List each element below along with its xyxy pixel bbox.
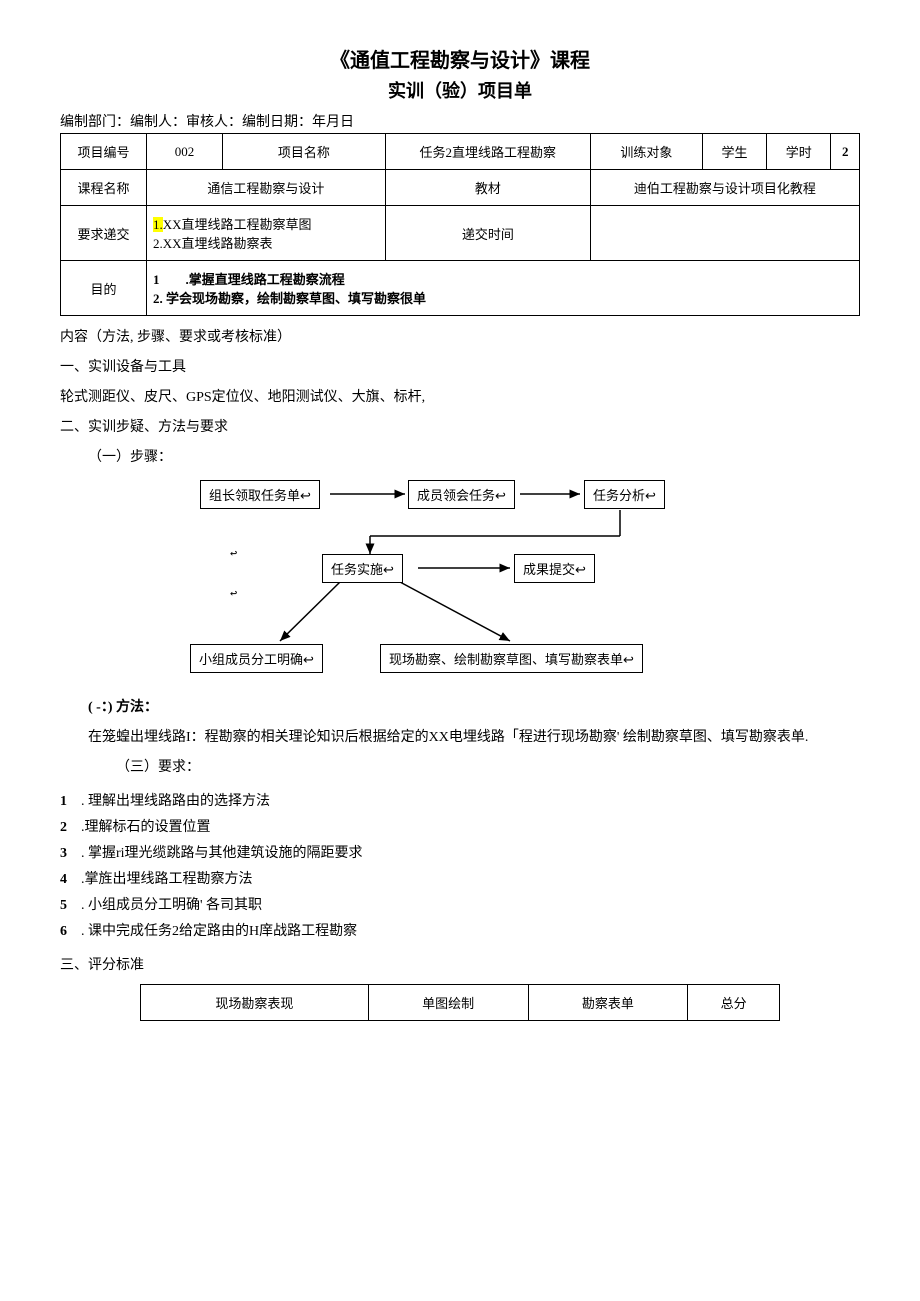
flow-box-7: 现场勘察、绘制勘察草图、填写勘察表单↩	[380, 644, 643, 673]
cell-textbook-label: 教材	[385, 170, 590, 206]
score-table: 现场勘察表现 单图绘制 勘察表单 总分	[140, 984, 780, 1021]
cell-proj-no-label: 项目编号	[61, 134, 147, 170]
cell-proj-no: 002	[146, 134, 222, 170]
doc-title: 《通值工程勘察与设计》课程	[60, 44, 860, 73]
section-1-body: 轮式测距仪、皮尺、GPS定位仪、地阳测试仪、大旗、标杆,	[60, 386, 860, 406]
method-label: ( -：) 方法：	[88, 696, 860, 716]
cell-course-label: 课程名称	[61, 170, 147, 206]
cell-proj-name: 任务2直埋线路工程勘察	[385, 134, 590, 170]
cell-purpose-label: 目的	[61, 261, 147, 316]
purpose-1: 1 .掌握直理线路工程勘察流程	[153, 272, 345, 287]
req-item-3: 3. 掌握ri理光缆跳路与其他建筑设施的隔距要求	[60, 842, 860, 862]
req-item-4: 4.掌旌出埋线路工程勘察方法	[60, 868, 860, 888]
cell-textbook: 迪伯工程勘察与设计项目化教程	[590, 170, 859, 206]
cell-train-obj: 学生	[702, 134, 766, 170]
section-2-title: 二、实训步疑、方法与要求	[60, 416, 860, 436]
return-mark-2: ↩	[230, 586, 237, 600]
section-3-title: 三、评分标准	[60, 954, 860, 974]
cell-purpose-body: 1 .掌握直理线路工程勘察流程 2. 学会现场勘察，绘制勘察草图、填写勘察很单	[146, 261, 859, 316]
cell-train-obj-label: 训练对象	[590, 134, 702, 170]
info-table: 项目编号 002 项目名称 任务2直埋线路工程勘察 训练对象 学生 学时 2 课…	[60, 133, 860, 316]
cell-submit-body: 1.XX直埋线路工程勘察草图 2.XX直埋线路勘察表	[146, 206, 385, 261]
submit-item-2: 2.XX直埋线路勘察表	[153, 236, 273, 251]
flow-box-2: 成员领会任务↩	[408, 480, 515, 509]
submit-item-1-prefix: 1.	[153, 217, 163, 232]
cell-hours-label: 学时	[767, 134, 831, 170]
method-body: 在笼蝗出埋线路I：程勘察的相关理论知识后根据给定的XX电埋线路「程进行现场勘察'…	[88, 726, 860, 746]
score-col-2: 单图绘制	[368, 985, 528, 1021]
cell-hours: 2	[831, 134, 860, 170]
cell-submit-label: 要求递交	[61, 206, 147, 261]
doc-subtitle: 实训（验）项目单	[60, 77, 860, 103]
cell-submit-time	[590, 206, 859, 261]
flow-box-3: 任务分析↩	[584, 480, 665, 509]
flow-box-4: 任务实施↩	[322, 554, 403, 583]
req-item-2: 2.理解标石的设置位置	[60, 816, 860, 836]
req-item-5: 5. 小组成员分工明确' 各司其职	[60, 894, 860, 914]
submit-item-1: XX直埋线路工程勘察草图	[163, 217, 312, 232]
cell-proj-name-label: 项目名称	[222, 134, 385, 170]
score-col-1: 现场勘察表现	[141, 985, 369, 1021]
req-label: （三）要求：	[116, 756, 860, 776]
cell-submit-time-label: 递交时间	[385, 206, 590, 261]
score-col-4: 总分	[688, 985, 780, 1021]
requirements-list: 1. 理解出埋线路路由的选择方法 2.理解标石的设置位置 3. 掌握ri理光缆跳…	[60, 790, 860, 940]
steps-label: （一）步骤：	[88, 446, 860, 466]
section-1-title: 一、实训设备与工具	[60, 356, 860, 376]
flowchart: 组长领取任务单↩ 成员领会任务↩ 任务分析↩ ↩ 任务实施↩ 成果提交↩ ↩ 小…	[60, 476, 860, 686]
req-item-6: 6. 课中完成任务2给定路由的H庠战路工程勘察	[60, 920, 860, 940]
req-item-1: 1. 理解出埋线路路由的选择方法	[60, 790, 860, 810]
content-label: 内容（方法, 步骤、要求或考核标准）	[60, 326, 860, 346]
meta-line: 编制部门：编制人：审核人：编制日期：年月日	[60, 111, 860, 131]
flow-box-1: 组长领取任务单↩	[200, 480, 320, 509]
flow-box-5: 成果提交↩	[514, 554, 595, 583]
flow-box-6: 小组成员分工明确↩	[190, 644, 323, 673]
return-mark-1: ↩	[230, 546, 237, 560]
score-col-3: 勘察表单	[528, 985, 688, 1021]
purpose-2: 2. 学会现场勘察，绘制勘察草图、填写勘察很单	[153, 291, 426, 306]
cell-course: 通信工程勘察与设计	[146, 170, 385, 206]
